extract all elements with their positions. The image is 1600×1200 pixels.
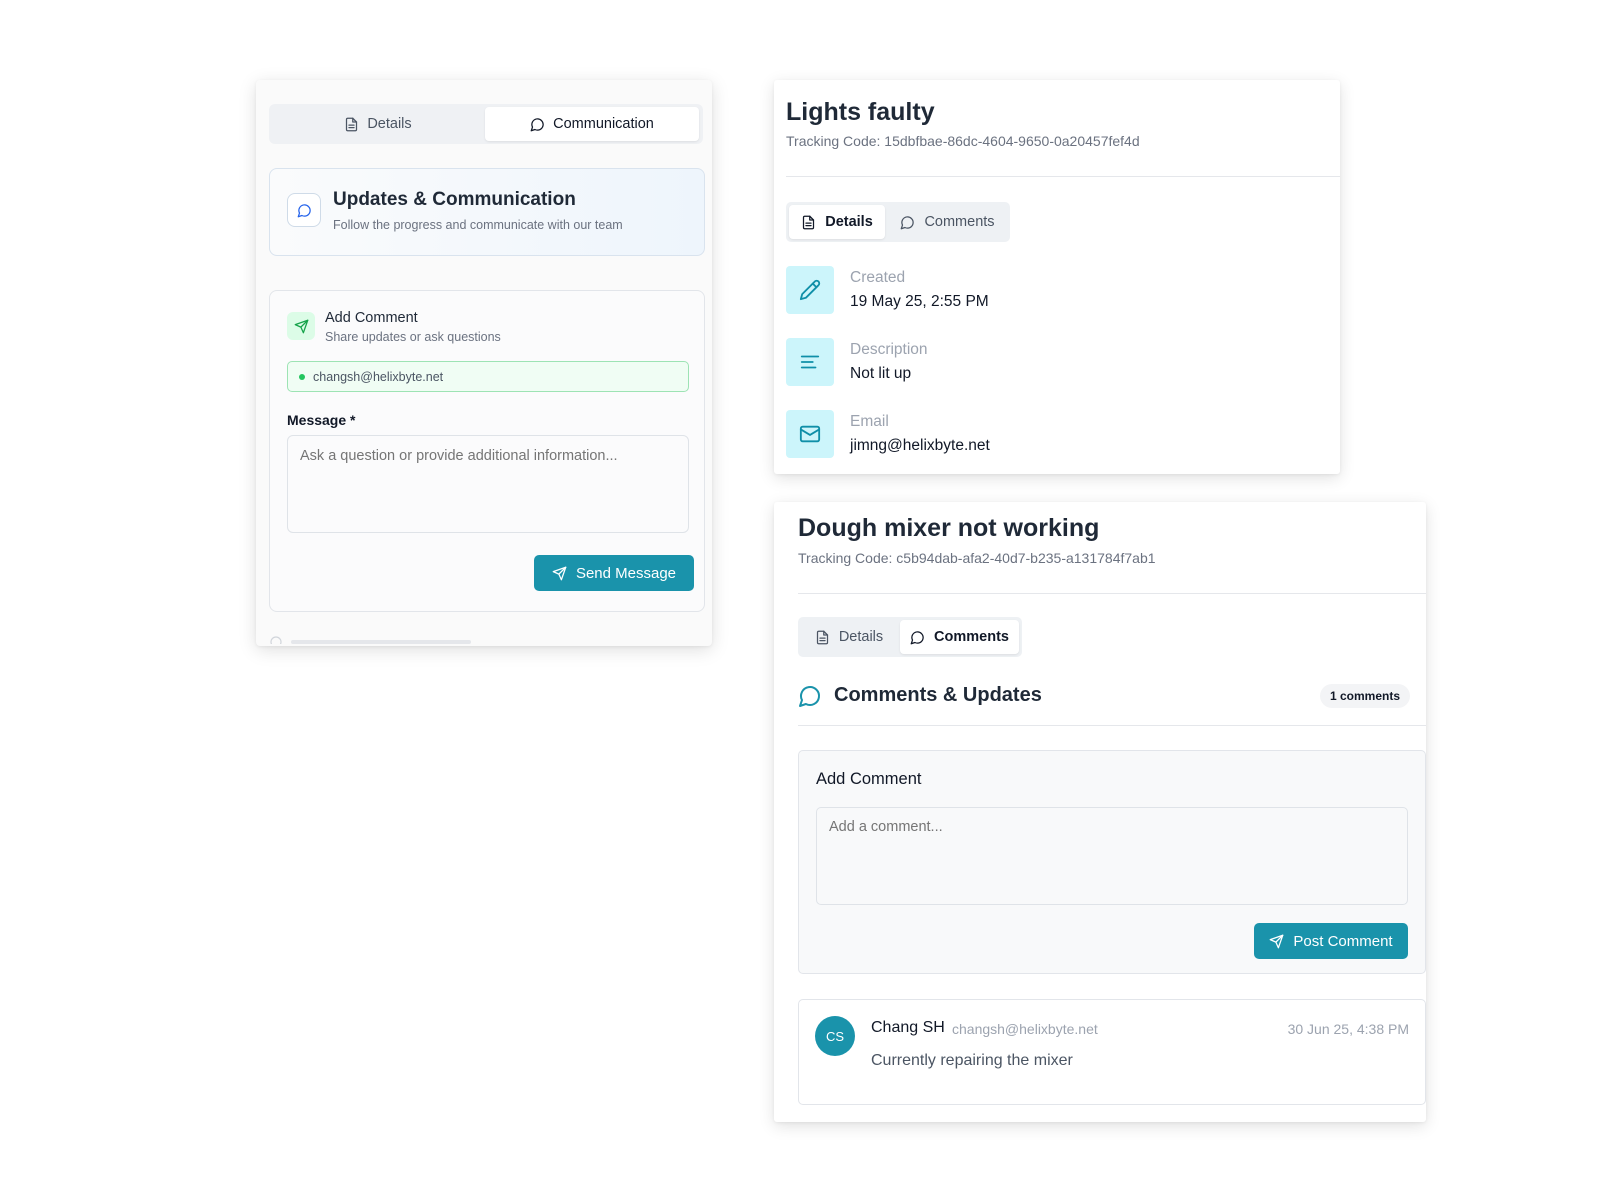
email-label: Email [850,413,889,430]
send-message-label: Send Message [575,564,677,582]
tab-details[interactable]: Details [789,205,885,239]
tracking-code: Tracking Code: c5b94dab-afa2-40d7-b235-a… [798,550,1156,566]
comment-count-badge: 1 comments [1319,684,1410,708]
communication-tabs: Details Communication [269,104,703,144]
message-circle-icon [287,193,321,227]
header-divider [798,593,1426,594]
ticket-tabs: Details Comments [786,202,1010,242]
add-comment-subtitle: Share updates or ask questions [325,330,501,344]
updates-subtitle: Follow the progress and communicate with… [333,218,623,232]
message-circle-icon [798,684,822,708]
tab-comments[interactable]: Comments [900,620,1019,654]
description-value: Not lit up [850,365,912,382]
comment-author: Chang SH [871,1019,945,1036]
clipped-content [269,632,569,644]
tab-details[interactable]: Details [273,107,483,141]
ticket-title: Lights faulty [786,98,935,126]
send-icon [287,312,315,340]
ticket-tabs: Details Comments [798,617,1022,657]
updates-title: Updates & Communication [333,189,576,210]
ticket-mixer-panel: Dough mixer not working Tracking Code: c… [774,502,1426,1122]
message-circle-icon [910,630,925,645]
message-circle-icon [530,117,545,132]
send-message-button[interactable]: Send Message [534,555,694,591]
header-divider [786,176,1340,177]
created-value: 19 May 25, 2:55 PM [850,293,989,310]
comments-divider [798,725,1426,726]
tab-comments-label: Comments [934,629,1009,645]
tab-comments[interactable]: Comments [888,205,1007,239]
tab-details[interactable]: Details [801,620,897,654]
file-text-icon [801,215,816,230]
comment-item: CS Chang SH changsh@helixbyte.net 30 Jun… [798,999,1426,1105]
add-comment-title: Add Comment [816,770,922,788]
align-left-icon [786,338,834,386]
ticket-title: Dough mixer not working [798,514,1100,542]
tab-comments-label: Comments [924,214,995,230]
updates-header-card: Updates & Communication Follow the progr… [269,168,705,256]
mail-icon [786,410,834,458]
add-comment-title: Add Comment [325,310,418,326]
send-icon [552,566,567,581]
user-email-badge: changsh@helixbyte.net [287,361,689,392]
ticket-lights-panel: Lights faulty Tracking Code: 15dbfbae-86… [774,80,1340,474]
created-label: Created [850,269,906,286]
tab-communication[interactable]: Communication [485,107,699,141]
file-text-icon [344,117,359,132]
status-dot [299,374,305,380]
tab-details-label: Details [825,214,873,230]
tab-details-label: Details [367,116,412,132]
comment-input[interactable] [816,807,1408,905]
post-comment-button[interactable]: Post Comment [1254,923,1408,959]
file-text-icon [815,630,830,645]
send-icon [1269,934,1284,949]
comment-author-email: changsh@helixbyte.net [952,1021,1098,1037]
message-label: Message * [287,412,356,428]
communication-panel: Details Communication Updates & Communic… [256,80,712,646]
user-email: changsh@helixbyte.net [313,370,444,384]
email-value: jimng@helixbyte.net [850,437,990,454]
add-comment-card: Add Comment Post Comment [798,750,1426,974]
description-label: Description [850,341,928,358]
add-comment-card: Add Comment Share updates or ask questio… [269,290,705,612]
tab-details-label: Details [838,629,884,645]
tracking-code: Tracking Code: 15dbfbae-86dc-4604-9650-0… [786,133,1140,149]
post-comment-label: Post Comment [1293,932,1393,950]
tab-communication-label: Communication [553,116,654,132]
message-input[interactable] [287,435,689,533]
comment-timestamp: 30 Jun 25, 4:38 PM [1287,1021,1409,1037]
avatar: CS [815,1016,855,1056]
comments-title: Comments & Updates [834,684,1042,706]
comment-text: Currently repairing the mixer [871,1052,1073,1069]
message-circle-icon [900,215,915,230]
pencil-icon [786,266,834,314]
